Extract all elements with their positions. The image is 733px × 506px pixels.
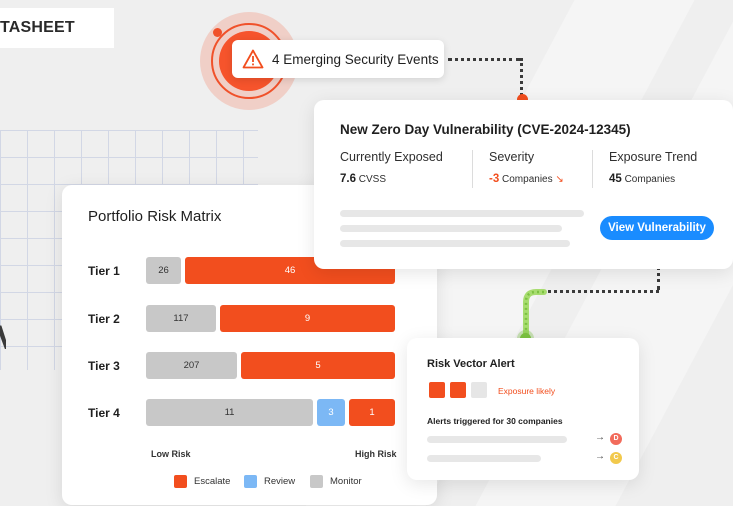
bar-escalate[interactable]: 1 bbox=[349, 399, 395, 426]
connector-line bbox=[535, 290, 659, 293]
legend-swatch bbox=[244, 475, 257, 488]
exposure-label: Exposure likely bbox=[498, 386, 556, 396]
alert-pulse-dot bbox=[213, 28, 222, 37]
bar-monitor[interactable]: 11 bbox=[146, 399, 313, 426]
arrow-right-icon: → bbox=[595, 432, 605, 443]
risk-square bbox=[429, 382, 445, 398]
alert-label: 4 Emerging Security Events bbox=[272, 51, 439, 67]
legend-swatch bbox=[174, 475, 187, 488]
risk-vector-title: Risk Vector Alert bbox=[427, 358, 515, 370]
trend-down-icon: ↘ bbox=[555, 174, 564, 185]
divider bbox=[592, 150, 593, 188]
axis-high-label: High Risk bbox=[355, 449, 397, 459]
placeholder-line bbox=[340, 210, 584, 217]
bar-escalate[interactable]: 5 bbox=[241, 352, 395, 379]
partial-heading-glyph: V bbox=[0, 318, 6, 358]
bar-monitor[interactable]: 117 bbox=[146, 305, 216, 332]
bar-monitor[interactable]: 207 bbox=[146, 352, 237, 379]
stat-label: Severity bbox=[489, 150, 535, 164]
risk-matrix-title: Portfolio Risk Matrix bbox=[88, 208, 222, 225]
bar-monitor[interactable]: 26 bbox=[146, 257, 181, 284]
green-connector-path bbox=[523, 289, 547, 337]
placeholder-line bbox=[427, 436, 567, 443]
legend-swatch bbox=[310, 475, 323, 488]
axis-low-label: Low Risk bbox=[151, 449, 191, 459]
rating-badge: C bbox=[610, 452, 622, 464]
rating-badge: D bbox=[610, 433, 622, 445]
legend-escalate: Escalate bbox=[174, 475, 230, 488]
tier-label: Tier 3 bbox=[88, 359, 120, 373]
datasheet-tag: TASHEET bbox=[0, 8, 114, 48]
alerts-subtitle: Alerts triggered for 30 companies bbox=[427, 416, 563, 426]
tier-label: Tier 2 bbox=[88, 312, 120, 326]
legend-monitor: Monitor bbox=[310, 475, 362, 488]
placeholder-line bbox=[340, 240, 570, 247]
placeholder-line bbox=[340, 225, 562, 232]
zero-day-title: New Zero Day Vulnerability (CVE-2024-123… bbox=[340, 122, 631, 137]
arrow-right-icon: → bbox=[595, 451, 605, 462]
bar-escalate[interactable]: 9 bbox=[220, 305, 395, 332]
stat-value: -3 Companies ↘ bbox=[489, 173, 564, 185]
connector-line bbox=[448, 58, 520, 61]
zero-day-card: New Zero Day Vulnerability (CVE-2024-123… bbox=[314, 100, 733, 269]
stat-value: 7.6 CVSS bbox=[340, 173, 387, 185]
exposure-trend-stat: Exposure Trend 45 Companies bbox=[609, 150, 697, 185]
legend-review: Review bbox=[244, 475, 295, 488]
bar-review[interactable]: 3 bbox=[317, 399, 345, 426]
risk-square bbox=[471, 382, 487, 398]
tier-label: Tier 4 bbox=[88, 406, 120, 420]
stat-label: Exposure Trend bbox=[609, 150, 698, 164]
connector-line bbox=[520, 58, 523, 96]
divider bbox=[472, 150, 473, 188]
tier-label: Tier 1 bbox=[88, 264, 120, 278]
placeholder-line bbox=[427, 455, 541, 462]
exposed-stat: Currently Exposed 7.6 CVSS bbox=[340, 150, 443, 185]
stat-label: Currently Exposed bbox=[340, 150, 443, 164]
risk-square bbox=[450, 382, 466, 398]
stat-value: 45 Companies bbox=[609, 173, 676, 185]
view-vulnerability-button[interactable]: View Vulnerability bbox=[600, 216, 714, 240]
emerging-events-alert[interactable]: 4 Emerging Security Events bbox=[232, 40, 444, 78]
warning-triangle-icon bbox=[242, 49, 264, 69]
severity-stat: Severity -3 Companies ↘ bbox=[489, 150, 564, 185]
risk-vector-card: Risk Vector Alert Exposure likely Alerts… bbox=[407, 338, 639, 480]
